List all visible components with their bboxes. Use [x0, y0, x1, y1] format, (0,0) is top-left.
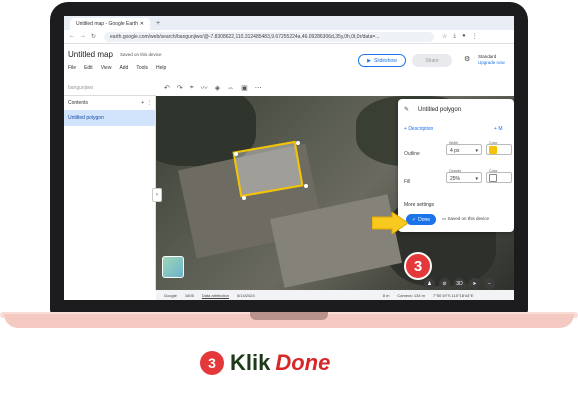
url-field[interactable]: earth.google.com/web/search/bangunjiwo/@…: [104, 31, 435, 42]
photo-icon[interactable]: ▣: [241, 84, 248, 92]
map-toolbar: ↶ ↷ ⌖ 〰 ◈ ⇔ ▣ ⋯: [156, 80, 514, 96]
reload-icon[interactable]: ↻: [91, 33, 96, 40]
polygon-vertex[interactable]: [296, 141, 300, 145]
gear-icon[interactable]: ⚙: [464, 55, 470, 63]
step-badge: 3: [404, 252, 432, 280]
collapse-sidebar-button[interactable]: ‹: [152, 188, 162, 202]
profile-icon[interactable]: ●: [462, 33, 466, 40]
slideshow-button[interactable]: ▶ Slideshow: [358, 54, 406, 67]
saved-status: Saved on this device: [120, 52, 162, 57]
coords-readout: 7°50'19"S 110°18'44"E: [433, 292, 474, 298]
new-tab-button[interactable]: +: [156, 20, 160, 27]
fill-opacity-select[interactable]: 25% ▾: [446, 172, 482, 183]
star-icon[interactable]: ☆: [442, 33, 447, 40]
outline-color-swatch: [489, 146, 497, 154]
polygon-vertex[interactable]: [234, 152, 238, 156]
compass-icon[interactable]: ➤: [469, 278, 480, 289]
layers-icon[interactable]: ◈: [215, 84, 220, 92]
status-bar: Google 1605 Data attribution 5/14/2024 8…: [156, 290, 514, 300]
menu-edit[interactable]: Edit: [84, 65, 93, 71]
add-description-link[interactable]: + Description: [404, 126, 433, 132]
no-entry-icon[interactable]: ⊘: [439, 278, 450, 289]
caption-emphasis: Done: [275, 350, 331, 375]
sidebar-item-untitled-polygon[interactable]: Untitled polygon: [64, 110, 156, 126]
add-icon[interactable]: +: [141, 100, 144, 106]
download-icon[interactable]: ⤓: [453, 33, 456, 40]
laptop-notch: [250, 312, 328, 320]
polygon-vertex[interactable]: [242, 196, 246, 200]
close-icon[interactable]: ✕: [140, 21, 144, 27]
3d-toggle-icon[interactable]: 3D: [454, 278, 465, 289]
address-bar: ← → ↻ earth.google.com/web/search/bangun…: [64, 30, 514, 44]
camera-readout: Camera: 134 m: [397, 292, 425, 298]
pointer-arrow-icon: [372, 212, 408, 234]
minimap-thumbnail[interactable]: [162, 256, 184, 278]
undo-icon[interactable]: ↶: [164, 84, 170, 92]
caption-text: Klik Done: [230, 350, 331, 375]
done-button[interactable]: ✓ Done: [406, 214, 436, 225]
map-title[interactable]: Untitled map: [68, 50, 113, 59]
imagery-year: 1605: [184, 292, 194, 298]
share-button[interactable]: Share: [412, 54, 452, 67]
outline-label: Outline: [404, 151, 420, 157]
forward-icon[interactable]: →: [80, 33, 86, 40]
placemark-icon[interactable]: ⌖: [190, 84, 194, 92]
attribution-link[interactable]: Data attribution: [202, 293, 229, 298]
map-controls: ♟ ⊘ 3D ➤ −: [424, 278, 495, 289]
menu-bar: File Edit View Add Tools Help: [68, 65, 166, 71]
browser-tab[interactable]: Untitled map - Google Earth ✕: [70, 18, 150, 30]
back-icon[interactable]: ←: [69, 33, 75, 40]
menu-file[interactable]: File: [68, 65, 76, 71]
more-icon[interactable]: ⋯: [255, 84, 262, 92]
contents-label: Contents: [68, 100, 89, 106]
path-icon[interactable]: 〰: [201, 83, 208, 93]
zoom-out-icon[interactable]: −: [484, 278, 495, 289]
measure-icon[interactable]: ⇔: [227, 85, 234, 92]
outline-width-select[interactable]: 4 px ▾: [446, 144, 482, 155]
chevron-down-icon: ▾: [475, 176, 478, 182]
fill-color-swatch: [489, 174, 497, 182]
play-icon: ▶: [367, 57, 372, 64]
sidebar: Contents + ⋮ Untitled polygon: [64, 96, 156, 290]
check-icon: ✓: [411, 216, 417, 223]
instruction-caption: 3 Klik Done: [200, 350, 330, 376]
menu-tools[interactable]: Tools: [136, 65, 148, 71]
polygon-settings-panel: ✎ Untitled polygon + Description + M Out…: [398, 99, 514, 232]
caption-step-badge: 3: [200, 351, 224, 375]
menu-view[interactable]: View: [101, 65, 112, 71]
plan-info: Standard Upgrade now: [478, 54, 505, 66]
street-view-icon[interactable]: ♟: [424, 278, 435, 289]
screen: Untitled map - Google Earth ✕ + ← → ↻ ea…: [64, 16, 514, 300]
scale-readout: 8 m: [382, 292, 390, 298]
polygon-title[interactable]: Untitled polygon: [418, 107, 461, 113]
save-device-status: ▭ Saved on this device: [442, 216, 490, 221]
add-media-link[interactable]: + M: [494, 126, 502, 132]
google-logo: Google: [164, 292, 177, 298]
browser-tabbar: Untitled map - Google Earth ✕ +: [64, 16, 514, 30]
pencil-icon: ✎: [404, 107, 410, 113]
menu-icon[interactable]: ⋮: [472, 33, 478, 40]
menu-add[interactable]: Add: [119, 65, 128, 71]
polygon-vertex[interactable]: [304, 184, 308, 188]
kebab-icon[interactable]: ⋮: [147, 100, 152, 106]
fill-label: Fill: [404, 179, 411, 185]
chevron-down-icon: ▾: [475, 148, 478, 154]
imagery-date: 5/14/2024: [236, 292, 255, 298]
tab-title: Untitled map - Google Earth: [76, 21, 138, 27]
upgrade-link[interactable]: Upgrade now: [478, 60, 505, 66]
search-input[interactable]: bangunjiwo: [64, 80, 156, 96]
app-header: Untitled map Saved on this device File E…: [64, 44, 514, 80]
contents-header: Contents + ⋮: [68, 100, 152, 106]
redo-icon[interactable]: ↷: [177, 84, 183, 92]
menu-help[interactable]: Help: [156, 65, 166, 71]
more-settings-link[interactable]: More settings: [404, 202, 434, 208]
